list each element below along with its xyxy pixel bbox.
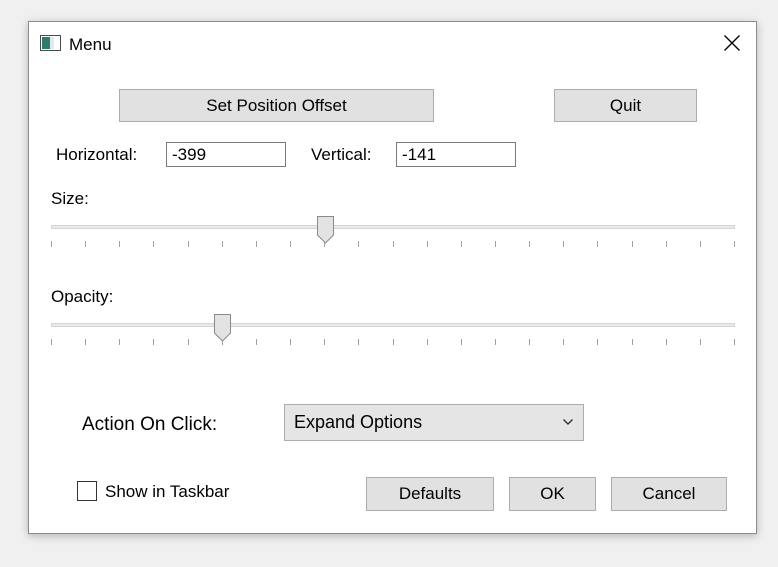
slider-thumb[interactable]: [214, 314, 231, 342]
action-on-click-dropdown[interactable]: Expand Options: [284, 404, 584, 441]
vertical-label: Vertical:: [311, 145, 372, 164]
set-position-offset-button[interactable]: Set Position Offset: [119, 89, 434, 122]
close-icon: [724, 35, 740, 51]
close-button[interactable]: [708, 22, 756, 66]
dropdown-selected-value: Expand Options: [294, 412, 423, 432]
slider-track: [51, 323, 735, 327]
action-on-click-label: Action On Click:: [82, 414, 218, 435]
size-label: Size:: [51, 189, 89, 208]
vertical-input[interactable]: [396, 142, 516, 167]
chevron-down-icon: [563, 419, 573, 425]
slider-track: [51, 225, 735, 229]
ok-button[interactable]: OK: [509, 477, 596, 511]
opacity-label: Opacity:: [51, 287, 114, 306]
defaults-button[interactable]: Defaults: [366, 477, 494, 511]
quit-button[interactable]: Quit: [554, 89, 697, 122]
size-slider[interactable]: [51, 216, 735, 256]
menu-window: Menu Set Position Offset Quit Horizontal…: [28, 21, 757, 534]
app-icon: [40, 35, 61, 51]
title-bar[interactable]: Menu: [29, 22, 756, 66]
horizontal-label: Horizontal:: [56, 145, 138, 164]
slider-thumb[interactable]: [316, 216, 334, 244]
show-in-taskbar-checkbox[interactable]: [77, 481, 97, 501]
slider-ticks: [51, 241, 735, 247]
cancel-button[interactable]: Cancel: [611, 477, 727, 511]
slider-ticks: [51, 339, 735, 345]
show-in-taskbar-label[interactable]: Show in Taskbar: [105, 482, 229, 502]
horizontal-input[interactable]: [166, 142, 286, 167]
opacity-slider[interactable]: [51, 314, 735, 354]
window-title: Menu: [69, 35, 112, 54]
